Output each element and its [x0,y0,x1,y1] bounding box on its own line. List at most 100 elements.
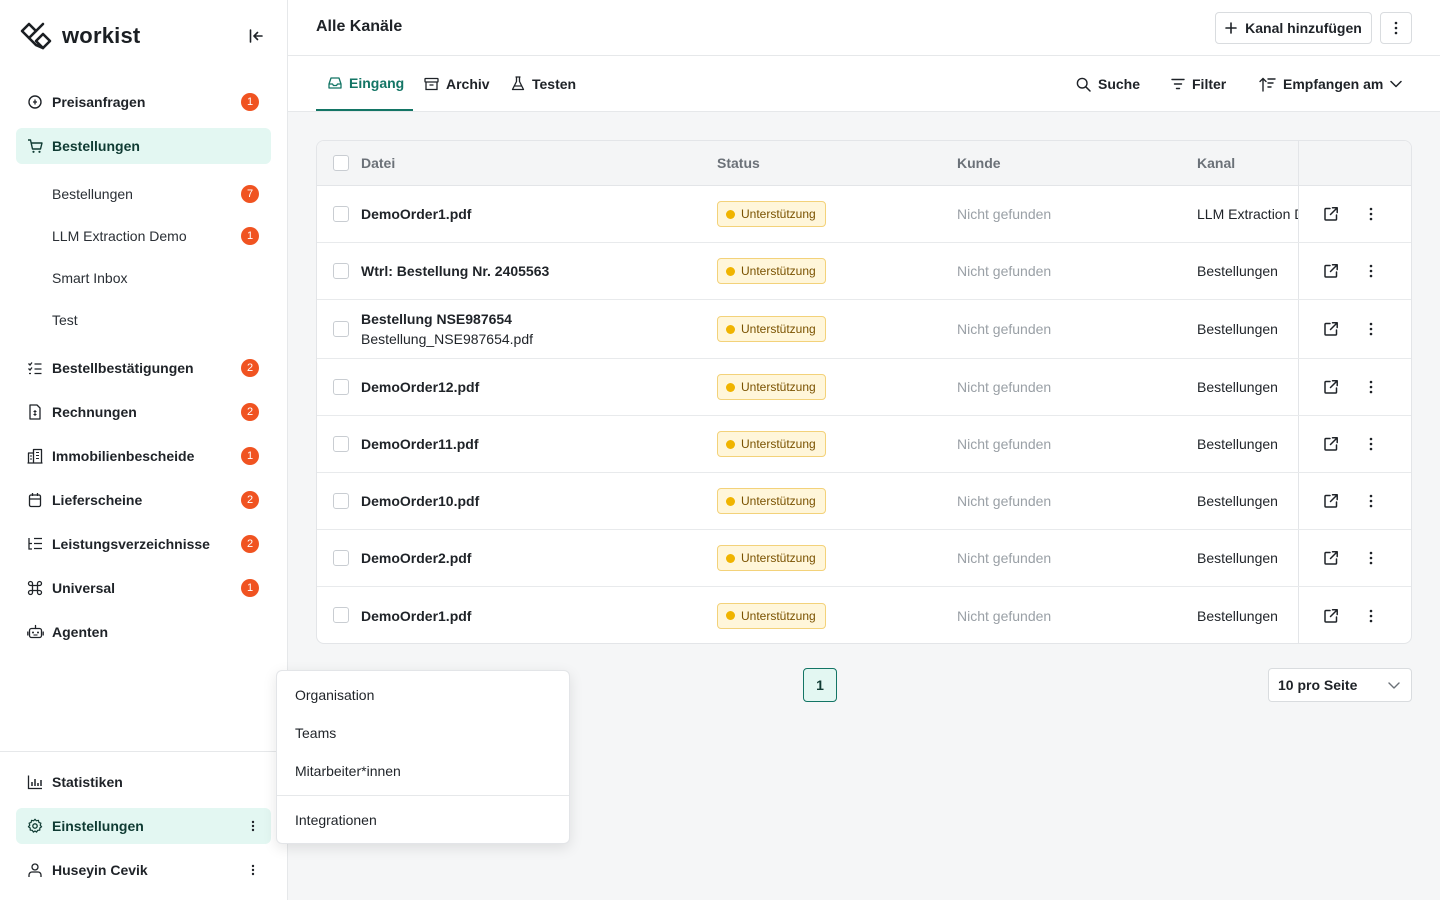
row-checkbox[interactable] [333,607,349,623]
command-icon [26,579,44,597]
menu-item-integrationen[interactable]: Integrationen [277,802,569,838]
table-row[interactable]: DemoOrder11.pdf Unterstützung Nicht gefu… [317,416,1411,473]
table-row[interactable]: Bestellung NSE987654 Bestellung_NSE98765… [317,300,1411,359]
plus-icon [1225,22,1237,34]
menu-item-mitarbeiter[interactable]: Mitarbeiter*innen [277,753,569,789]
table-row[interactable]: DemoOrder12.pdf Unterstützung Nicht gefu… [317,359,1411,416]
row-checkbox[interactable] [333,436,349,452]
table-row[interactable]: DemoOrder1.pdf Unterstützung Nicht gefun… [317,186,1411,243]
row-checkbox[interactable] [333,206,349,222]
open-external-button[interactable] [1321,434,1341,454]
row-more-button[interactable] [1361,319,1381,339]
sidebar-item-user[interactable]: Huseyin Cevik [16,852,271,888]
sidebar-item-bestellungen[interactable]: Bestellungen [16,128,271,164]
page-size-select[interactable]: 10 pro Seite [1268,668,1412,702]
row-checkbox[interactable] [333,550,349,566]
sidebar-subitem-label: Bestellungen [52,186,133,202]
sidebar-item-agenten[interactable]: Agenten [16,614,271,650]
file-name[interactable]: DemoOrder11.pdf [361,436,478,452]
open-external-button[interactable] [1321,261,1341,281]
sidebar-item-immobilienbescheide[interactable]: Immobilienbescheide 1 [16,438,271,474]
sort-label: Empfangen am [1283,76,1384,92]
add-channel-button[interactable]: Kanal hinzufügen [1215,12,1372,44]
open-external-button[interactable] [1321,377,1341,397]
sidebar-item-einstellungen[interactable]: Einstellungen [16,808,271,844]
sidebar-subitem-label: Smart Inbox [52,270,128,286]
tab-testen[interactable]: Testen [511,56,576,111]
count-badge: 2 [241,535,259,553]
sidebar-item-universal[interactable]: Universal 1 [16,570,271,606]
sort-dropdown[interactable]: Empfangen am [1259,72,1403,96]
table-row[interactable]: Wtrl: Bestellung Nr. 2405563 Unterstützu… [317,243,1411,300]
row-checkbox[interactable] [333,263,349,279]
settings-popup-menu: Organisation Teams Mitarbeiter*innen Int… [276,670,570,844]
sidebar-item-statistiken[interactable]: Statistiken [16,764,271,800]
sidebar-item-leistungsverzeichnisse[interactable]: Leistungsverzeichnisse 2 [16,526,271,562]
row-more-button[interactable] [1361,261,1381,281]
sidebar-item-preisanfragen[interactable]: Preisanfragen 1 [16,84,271,120]
sidebar-item-lieferscheine[interactable]: Lieferscheine 2 [16,482,271,518]
file-name[interactable]: DemoOrder10.pdf [361,493,479,509]
status-badge: Unterstützung [717,316,826,342]
user-more-button[interactable] [245,862,261,878]
file-name[interactable]: DemoOrder12.pdf [361,379,479,395]
tab-eingang[interactable]: Eingang [316,56,413,111]
select-all-checkbox[interactable] [333,155,349,171]
tab-archiv[interactable]: Archiv [424,56,490,111]
row-more-button[interactable] [1361,606,1381,626]
logo[interactable]: workist [20,20,140,52]
row-more-button[interactable] [1361,204,1381,224]
cart-icon [26,137,44,155]
open-external-button[interactable] [1321,204,1341,224]
status-dot [726,266,735,276]
file-name[interactable]: Wtrl: Bestellung Nr. 2405563 [361,263,549,279]
customer-value: Nicht gefunden [957,379,1052,395]
menu-item-teams[interactable]: Teams [277,715,569,751]
search-button[interactable]: Suche [1076,72,1140,96]
table-row[interactable]: DemoOrder1.pdf Unterstützung Nicht gefun… [317,587,1411,643]
file-name[interactable]: DemoOrder1.pdf [361,608,471,624]
collapse-sidebar-button[interactable] [244,24,268,48]
row-checkbox[interactable] [333,379,349,395]
pagination-page-button[interactable]: 1 [803,668,837,702]
row-checkbox[interactable] [333,493,349,509]
settings-more-button[interactable] [245,818,261,834]
customer-value: Nicht gefunden [957,493,1052,509]
customer-value: Nicht gefunden [957,263,1052,279]
header-more-button[interactable] [1380,12,1412,44]
count-badge: 7 [241,185,259,203]
status-label: Unterstützung [741,437,816,451]
row-more-button[interactable] [1361,491,1381,511]
sidebar-item-label: Statistiken [52,774,123,790]
table-row[interactable]: DemoOrder2.pdf Unterstützung Nicht gefun… [317,530,1411,587]
open-external-button[interactable] [1321,548,1341,568]
file-name[interactable]: Bestellung NSE987654 Bestellung_NSE98765… [361,311,533,347]
open-external-button[interactable] [1321,491,1341,511]
sidebar-item-bestellbestaetigungen[interactable]: Bestellbestätigungen 2 [16,350,271,386]
sidebar-subitem-llm-extraction-demo[interactable]: LLM Extraction Demo 1 [36,219,271,253]
row-actions [1298,587,1411,643]
row-actions [1298,359,1411,415]
menu-item-organisation[interactable]: Organisation [277,677,569,713]
sidebar-subitem-label: Test [52,312,78,328]
count-badge: 1 [241,579,259,597]
sidebar-subitem-label: LLM Extraction Demo [52,228,187,244]
table-row[interactable]: DemoOrder10.pdf Unterstützung Nicht gefu… [317,473,1411,530]
sidebar-item-rechnungen[interactable]: Rechnungen 2 [16,394,271,430]
row-more-button[interactable] [1361,548,1381,568]
row-actions [1298,416,1411,472]
sidebar-subitem-test[interactable]: Test [36,303,271,337]
table-header: Datei Status Kunde Kanal [317,141,1411,186]
row-more-button[interactable] [1361,377,1381,397]
sidebar-subitem-bestellungen[interactable]: Bestellungen 7 [36,177,271,211]
sidebar-subitem-smart-inbox[interactable]: Smart Inbox [36,261,271,295]
filter-button[interactable]: Filter [1171,72,1226,96]
status-badge: Unterstützung [717,602,826,629]
row-more-button[interactable] [1361,434,1381,454]
file-name[interactable]: DemoOrder2.pdf [361,550,471,566]
open-external-button[interactable] [1321,319,1341,339]
row-checkbox[interactable] [333,321,349,337]
file-name[interactable]: DemoOrder1.pdf [361,206,471,222]
row-actions [1298,243,1411,299]
open-external-button[interactable] [1321,606,1341,626]
